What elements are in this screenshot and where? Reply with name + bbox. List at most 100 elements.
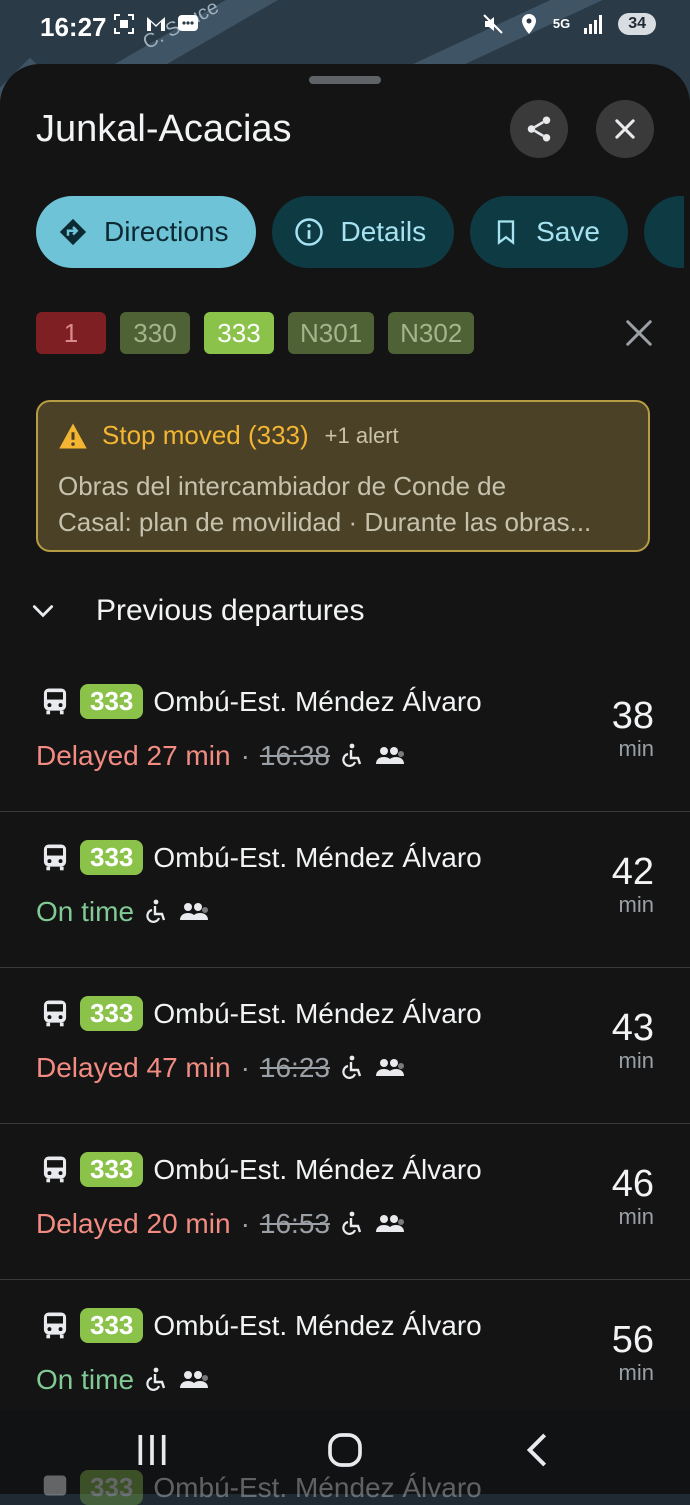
- eta-unit: min: [618, 892, 654, 917]
- destination: Ombú-Est. Méndez Álvaro: [153, 997, 482, 1029]
- location-icon: [521, 14, 536, 34]
- stop-title: Junkal-Acacias: [36, 108, 292, 150]
- departure-row[interactable]: 333 Ombú-Est. Méndez Álvaro Delayed 27 min…: [0, 656, 690, 812]
- stop-details-sheet: Junkal-Acacias Directions Details Save 1…: [0, 64, 690, 1410]
- eta-minutes: 56: [611, 1319, 654, 1361]
- eta-unit: min: [618, 1204, 654, 1229]
- route-badge: 333: [80, 840, 144, 875]
- directions-button[interactable]: Directions: [36, 196, 257, 268]
- save-button[interactable]: Save: [470, 196, 628, 268]
- system-navigation-bar: 333 Ombú-Est. Méndez Álvaro: [0, 1410, 690, 1505]
- bus-icon: [43, 1311, 67, 1338]
- departure-row[interactable]: 333 Ombú-Est. Méndez Álvaro Delayed 20 min…: [0, 1124, 690, 1280]
- separator-dot: ·: [240, 1208, 250, 1239]
- recent-apps-icon[interactable]: [132, 1430, 172, 1470]
- more-actions-button[interactable]: [643, 196, 684, 268]
- clear-routes-icon[interactable]: [624, 318, 654, 348]
- route-filter-chips: 1 330 333 N301 N302: [36, 312, 475, 354]
- bus-icon: [43, 687, 67, 714]
- mail-icon: [147, 17, 165, 31]
- eta: 43 min: [612, 1008, 654, 1074]
- wheelchair-icon: [146, 1367, 166, 1391]
- departure-row[interactable]: 333 Ombú-Est. Méndez Álvaro On time 56 min: [0, 1280, 690, 1410]
- eta: 38 min: [612, 696, 654, 762]
- eta: 56 min: [612, 1320, 654, 1386]
- directions-label: Directions: [104, 216, 229, 247]
- share-icon: [527, 116, 551, 142]
- wheelchair-icon: [342, 743, 362, 767]
- departure-status: Delayed 27 min: [36, 740, 231, 771]
- battery-level: 34: [618, 13, 656, 35]
- eta-unit: min: [618, 1048, 654, 1073]
- network-type: 5G: [552, 16, 571, 31]
- eta-minutes: 38: [611, 695, 654, 737]
- people-icon: [180, 903, 209, 920]
- scheduled-time: 16:38: [259, 740, 330, 771]
- eta: 46 min: [612, 1164, 654, 1230]
- status-notification-icons: [112, 12, 200, 36]
- action-buttons: Directions Details Save: [36, 196, 684, 268]
- route-chip[interactable]: 333: [204, 312, 274, 354]
- separator-dot: ·: [240, 740, 250, 771]
- people-icon: [375, 1215, 404, 1232]
- alert-line-1: Obras del intercambiador de Conde de: [58, 471, 507, 501]
- destination: Ombú-Est. Méndez Álvaro: [153, 685, 482, 717]
- info-icon: [295, 218, 324, 246]
- route-badge: 333: [80, 1152, 144, 1187]
- departure-row[interactable]: 333 Ombú-Est. Méndez Álvaro Delayed 47 min…: [0, 968, 690, 1124]
- route-badge: 333: [80, 684, 144, 719]
- service-alert-card[interactable]: Stop moved (333) +1 alert Obras del inte…: [36, 400, 650, 552]
- status-system-icons: 5G 34: [481, 12, 656, 36]
- signal-icon: [584, 15, 603, 34]
- directions-icon: [59, 218, 87, 246]
- alert-title: Stop moved (333): [102, 420, 309, 450]
- eta-minutes: 43: [611, 1007, 654, 1049]
- details-button[interactable]: Details: [272, 196, 455, 268]
- people-icon: [375, 747, 404, 764]
- mute-icon: [483, 14, 503, 34]
- route-chip[interactable]: 1: [36, 312, 106, 354]
- alert-line-2: Casal: plan de movilidad · Durante las o…: [58, 507, 592, 537]
- separator-dot: ·: [240, 1052, 250, 1083]
- screenshot-icon: [114, 14, 134, 34]
- scheduled-time: 16:23: [259, 1052, 330, 1083]
- eta-unit: min: [618, 1360, 654, 1385]
- details-label: Details: [340, 216, 427, 247]
- departure-row[interactable]: 333 Ombú-Est. Méndez Álvaro On time 42 min: [0, 812, 690, 968]
- warning-icon: [59, 423, 87, 448]
- back-icon[interactable]: [518, 1430, 558, 1470]
- close-button[interactable]: [596, 100, 654, 158]
- drag-handle[interactable]: [309, 76, 381, 84]
- home-icon[interactable]: [325, 1430, 365, 1470]
- destination: Ombú-Est. Méndez Álvaro: [153, 1309, 482, 1341]
- people-icon: [180, 1371, 209, 1388]
- eta-minutes: 46: [611, 1163, 654, 1205]
- route-badge: 333: [80, 1308, 144, 1343]
- route-chip[interactable]: 330: [120, 312, 190, 354]
- people-icon: [375, 1059, 404, 1076]
- destination: Ombú-Est. Méndez Álvaro: [153, 841, 482, 873]
- bus-icon: [43, 1475, 67, 1495]
- scheduled-time: 16:53: [259, 1208, 330, 1239]
- route-chip[interactable]: N302: [388, 312, 475, 354]
- destination: Ombú-Est. Méndez Álvaro: [153, 1471, 482, 1503]
- destination: Ombú-Est. Méndez Álvaro: [153, 1153, 482, 1185]
- list-item-partial: 333 Ombú-Est. Méndez Álvaro: [40, 1470, 482, 1505]
- eta-minutes: 42: [611, 851, 654, 893]
- section-title: Previous departures: [96, 594, 365, 627]
- eta: 42 min: [612, 852, 654, 918]
- share-button[interactable]: [510, 100, 568, 158]
- chevron-down-icon: [32, 605, 54, 618]
- route-badge: 333: [80, 1470, 144, 1505]
- wheelchair-icon: [146, 899, 166, 923]
- departure-status: Delayed 47 min: [36, 1052, 231, 1083]
- status-time: 16:27: [40, 12, 107, 42]
- eta-unit: min: [618, 736, 654, 761]
- route-chip[interactable]: N301: [288, 312, 375, 354]
- previous-departures-toggle[interactable]: Previous departures: [30, 594, 364, 628]
- bus-icon: [43, 999, 67, 1026]
- bookmark-icon: [497, 220, 515, 245]
- alert-count: +1 alert: [324, 422, 399, 448]
- wheelchair-icon: [342, 1211, 362, 1235]
- departure-status: Delayed 20 min: [36, 1208, 231, 1239]
